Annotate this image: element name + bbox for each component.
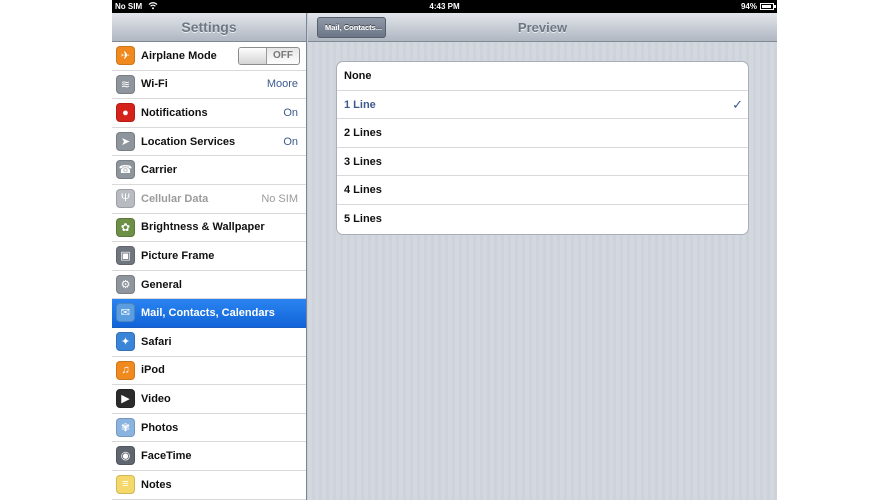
preview-option-label: 4 Lines [344, 184, 382, 197]
settings-title: Settings [112, 13, 306, 42]
location-icon: ➤ [116, 131, 135, 151]
settings-item-notifications[interactable]: ● Notifications On [112, 99, 306, 128]
preview-option-none[interactable]: None [337, 62, 748, 91]
settings-item-label: Picture Frame [141, 249, 215, 262]
settings-item-general[interactable]: ⚙ General [112, 270, 306, 300]
settings-item-label: Carrier [141, 164, 178, 177]
settings-item-value: No SIM [261, 192, 298, 205]
video-icon: ▶ [116, 389, 135, 409]
preview-option-label: 3 Lines [344, 155, 382, 168]
settings-item-carrier[interactable]: ☎ Carrier [112, 156, 306, 185]
picture-frame-icon: ▣ [116, 246, 135, 266]
notes-icon: ≡ [116, 474, 135, 494]
settings-item-label: Notifications [141, 106, 208, 119]
settings-item-label: Mail, Contacts, Calendars [141, 307, 275, 320]
preview-detail-pane: Preview Mail, Contacts... None 1 Line ✓ 2 L… [308, 13, 777, 500]
settings-item-label: Brightness & Wallpaper [141, 221, 265, 234]
mail-icon: ✉ [116, 303, 135, 323]
detail-navbar: Preview Mail, Contacts... [308, 13, 777, 42]
battery-icon [760, 3, 776, 10]
preview-option-label: 5 Lines [344, 212, 382, 225]
settings-item-facetime[interactable]: ◉ FaceTime [112, 442, 306, 471]
preview-option-label: 2 Lines [344, 127, 382, 140]
gear-icon: ⚙ [116, 274, 135, 294]
settings-item-location-services[interactable]: ➤ Location Services On [112, 127, 306, 157]
preview-options-group: None 1 Line ✓ 2 Lines 3 Lines 4 Lines 5 Lines [336, 61, 749, 235]
preview-option-5-lines[interactable]: 5 Lines [337, 205, 748, 234]
settings-item-value: Moore [266, 78, 298, 91]
settings-item-value: On [283, 135, 298, 148]
brightness-icon: ✿ [116, 217, 135, 237]
cellular-icon: Ψ [116, 188, 135, 208]
settings-item-notes[interactable]: ≡ Notes [112, 470, 306, 500]
settings-item-mail-contacts-calendars[interactable]: ✉ Mail, Contacts, Calendars [112, 299, 306, 328]
preview-option-1-line[interactable]: 1 Line ✓ [337, 91, 748, 120]
settings-item-label: Safari [141, 335, 172, 348]
wifi-icon: ≋ [116, 74, 135, 94]
preview-option-2-lines[interactable]: 2 Lines [337, 119, 748, 148]
settings-item-cellular-data: Ψ Cellular Data No SIM [112, 184, 306, 214]
toggle-state-label: OFF [273, 50, 293, 61]
phone-icon: ☎ [116, 160, 135, 180]
settings-item-photos[interactable]: ✾ Photos [112, 413, 306, 443]
status-bar: No SIM 4:43 PM 94% [112, 0, 777, 13]
settings-item-label: Wi-Fi [141, 78, 168, 91]
notifications-icon: ● [116, 103, 135, 123]
back-button[interactable]: Mail, Contacts... [317, 17, 386, 38]
settings-item-safari[interactable]: ✦ Safari [112, 327, 306, 357]
settings-list: ✈ Airplane Mode OFF ≋ Wi-Fi Moore ● Notificatio… [112, 42, 306, 500]
preview-option-label: None [344, 70, 372, 82]
settings-master-pane: Settings ✈ Airplane Mode OFF ≋ Wi-Fi Moore ● No… [112, 13, 307, 500]
settings-item-picture-frame[interactable]: ▣ Picture Frame [112, 242, 306, 271]
settings-item-label: General [141, 278, 182, 291]
settings-item-ipod[interactable]: ♫ iPod [112, 356, 306, 386]
settings-item-wi-fi[interactable]: ≋ Wi-Fi Moore [112, 70, 306, 100]
preview-option-label: 1 Line [344, 98, 376, 111]
settings-item-label: Airplane Mode [141, 49, 217, 62]
status-time: 4:43 PM [429, 2, 460, 11]
ipad-screen: No SIM 4:43 PM 94% Settings ✈ Airplane Mo… [112, 0, 777, 500]
settings-item-label: Photos [141, 421, 179, 434]
settings-item-label: iPod [141, 364, 165, 377]
settings-item-label: Notes [141, 478, 172, 491]
photos-icon: ✾ [116, 417, 135, 437]
airplane-mode-toggle[interactable]: OFF [238, 47, 300, 65]
settings-item-label: Cellular Data [141, 192, 209, 205]
toggle-knob [239, 48, 267, 64]
airplane-icon: ✈ [116, 46, 135, 65]
settings-item-airplane-mode[interactable]: ✈ Airplane Mode OFF [112, 42, 306, 71]
battery-percent: 94% [740, 2, 757, 11]
ipod-icon: ♫ [116, 360, 135, 380]
settings-item-label: Location Services [141, 135, 236, 148]
settings-item-value: On [283, 106, 298, 119]
preview-option-3-lines[interactable]: 3 Lines [337, 148, 748, 177]
settings-item-label: FaceTime [141, 450, 192, 463]
preview-option-4-lines[interactable]: 4 Lines [337, 176, 748, 205]
checkmark-icon: ✓ [732, 96, 743, 112]
facetime-icon: ◉ [116, 446, 135, 466]
settings-item-label: Video [141, 392, 171, 405]
settings-item-video[interactable]: ▶ Video [112, 385, 306, 414]
safari-icon: ✦ [116, 331, 135, 351]
settings-item-brightness-wallpaper[interactable]: ✿ Brightness & Wallpaper [112, 213, 306, 243]
